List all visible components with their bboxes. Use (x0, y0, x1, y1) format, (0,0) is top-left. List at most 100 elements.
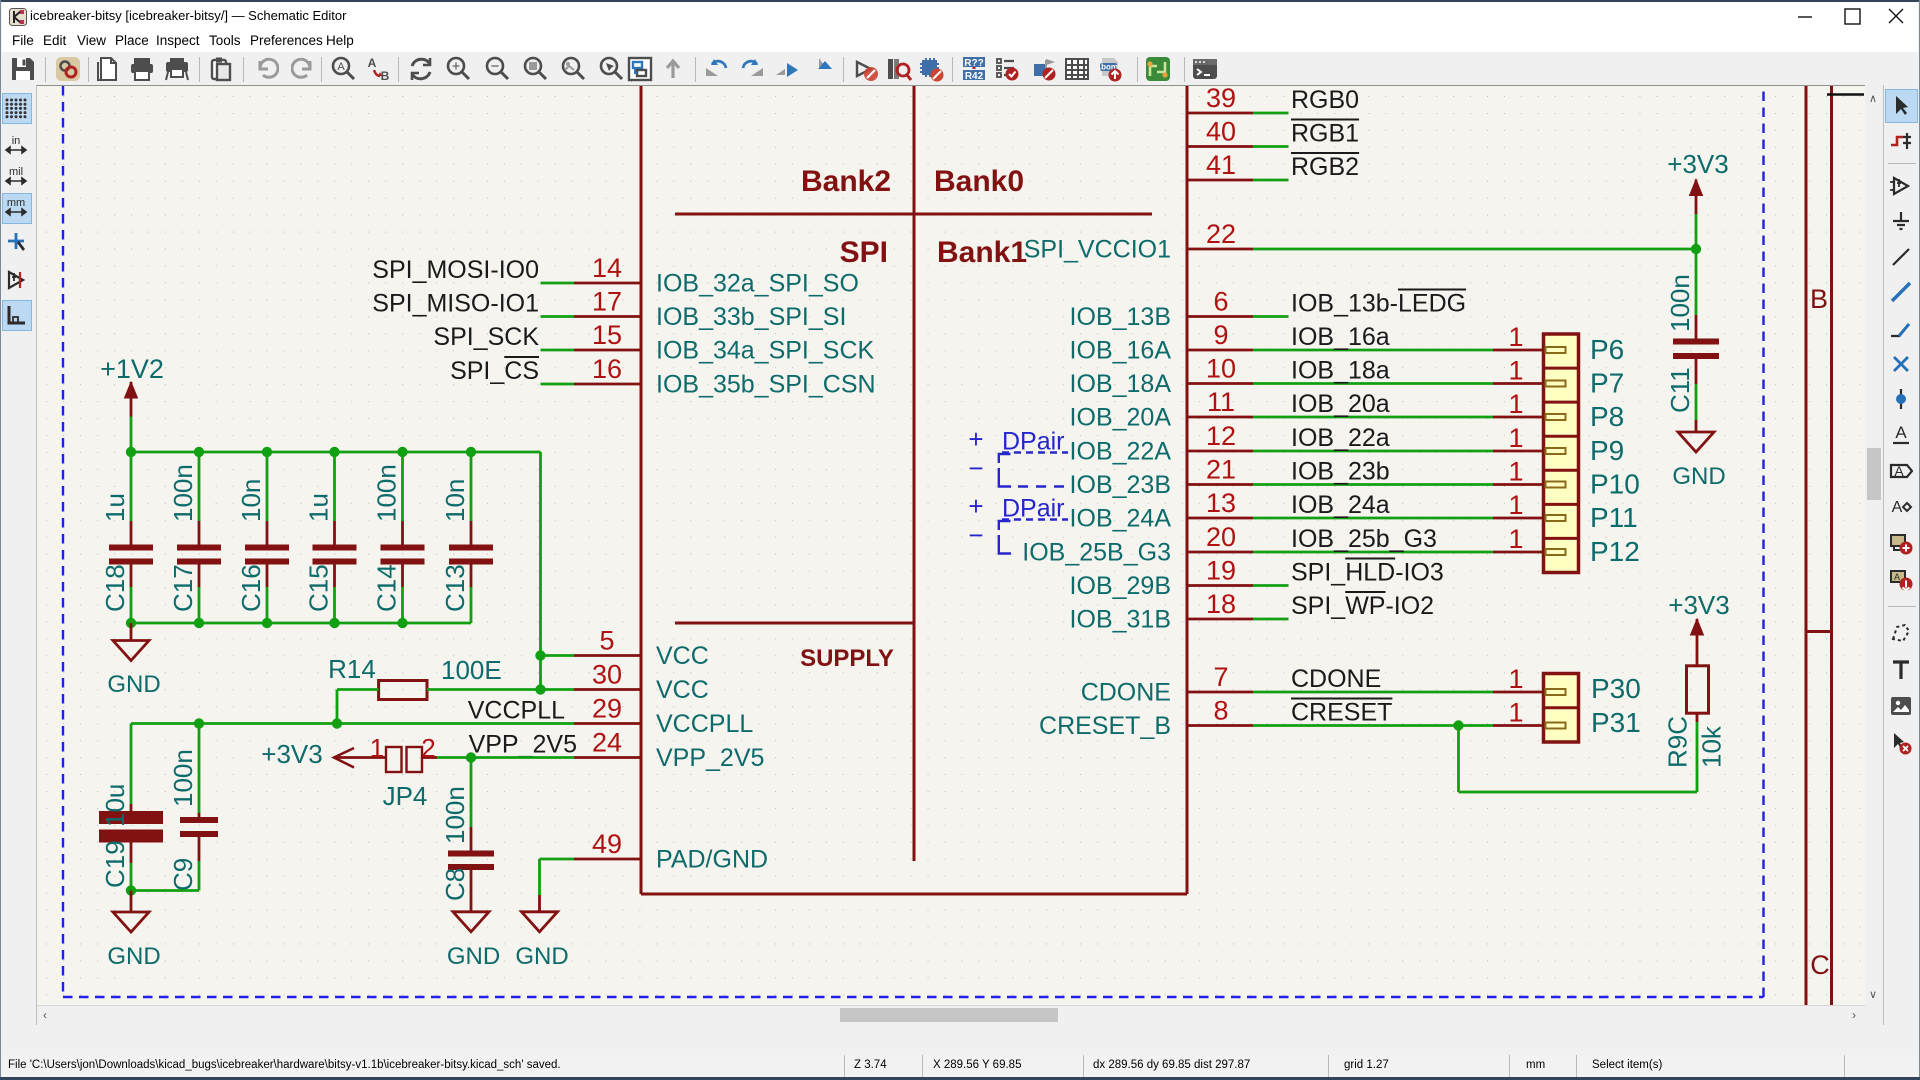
svg-text:P11: P11 (1590, 502, 1638, 533)
svg-text:100n: 100n (168, 749, 198, 807)
svg-text:A: A (1894, 572, 1900, 582)
svg-text:17: 17 (592, 287, 622, 317)
svg-text:SPI: SPI (840, 236, 888, 269)
svg-text:PAD/GND: PAD/GND (656, 846, 768, 874)
svg-text:RGB2: RGB2 (1291, 153, 1359, 181)
svg-text:11: 11 (1207, 387, 1235, 417)
svg-text:10k: 10k (1697, 725, 1727, 768)
svg-text:C14: C14 (372, 564, 402, 612)
svg-text:1: 1 (1508, 524, 1523, 554)
svg-text:C16: C16 (236, 564, 266, 612)
svg-text:+: + (968, 424, 983, 454)
svg-text:SPI_MISO-IO1: SPI_MISO-IO1 (372, 290, 539, 318)
svg-text:10: 10 (1206, 354, 1236, 384)
svg-text:10n: 10n (236, 479, 266, 522)
svg-text:9: 9 (1213, 320, 1228, 350)
svg-text:mm: mm (7, 197, 25, 209)
svg-text:GND: GND (515, 943, 568, 970)
svg-text:B: B (1810, 284, 1828, 314)
svg-text:P12: P12 (1590, 536, 1640, 567)
svg-text:100n: 100n (1665, 274, 1695, 332)
svg-text:VCCPLL: VCCPLL (656, 710, 753, 738)
svg-text:1u: 1u (304, 493, 334, 522)
svg-text:100n: 100n (372, 464, 402, 522)
svg-text:18: 18 (1206, 589, 1236, 619)
svg-text:P9: P9 (1590, 435, 1624, 466)
svg-text:-IO3: -IO3 (1395, 559, 1444, 587)
svg-text:1: 1 (1508, 490, 1523, 520)
svg-text:VCC: VCC (656, 676, 709, 704)
svg-text:14: 14 (592, 253, 622, 283)
svg-text:39: 39 (1206, 86, 1236, 113)
svg-text:5: 5 (599, 626, 614, 656)
svg-text:C13: C13 (440, 564, 470, 612)
svg-text:Bank1: Bank1 (937, 236, 1027, 269)
svg-text:IOB_22a: IOB_22a (1291, 424, 1390, 452)
svg-text:CRESET_B: CRESET_B (1039, 712, 1171, 740)
svg-text:RGB1: RGB1 (1291, 120, 1359, 148)
svg-text:+: + (452, 58, 461, 75)
svg-text:30: 30 (592, 660, 622, 690)
svg-text:C17: C17 (168, 564, 198, 612)
svg-text:R14: R14 (328, 654, 376, 684)
svg-text:+: + (968, 491, 983, 521)
svg-text:VPP_2V5: VPP_2V5 (469, 731, 577, 759)
svg-text:1: 1 (370, 733, 384, 763)
svg-text:-IO2: -IO2 (1385, 592, 1434, 620)
svg-text:49: 49 (592, 829, 622, 859)
svg-text:SPI_SCK: SPI_SCK (433, 323, 539, 351)
svg-text:VCCPLL: VCCPLL (468, 697, 565, 725)
svg-text:GND: GND (447, 943, 500, 970)
svg-text:+3V3: +3V3 (1667, 149, 1728, 179)
svg-text:10u: 10u (100, 784, 130, 827)
svg-text:B: B (381, 69, 390, 82)
svg-text:RGB0: RGB0 (1291, 86, 1359, 114)
svg-text:IOB_16A: IOB_16A (1070, 337, 1172, 365)
svg-text:1: 1 (1508, 356, 1523, 386)
svg-text:IOB_20a: IOB_20a (1291, 390, 1390, 418)
svg-text:IOB_32a_SPI_SO: IOB_32a_SPI_SO (656, 270, 859, 298)
svg-text:VCC: VCC (656, 642, 709, 670)
svg-text:100E: 100E (441, 655, 502, 685)
svg-text:P30: P30 (1591, 673, 1641, 704)
svg-text:IOB_34a_SPI_SCK: IOB_34a_SPI_SCK (656, 337, 875, 365)
svg-text:12: 12 (1206, 421, 1236, 451)
svg-text:P10: P10 (1590, 469, 1640, 500)
svg-text:IOB_13B: IOB_13B (1070, 303, 1171, 331)
svg-text:IOB_31B: IOB_31B (1070, 606, 1171, 634)
svg-text:IOB_25B_G3: IOB_25B_G3 (1022, 539, 1171, 567)
svg-text:C11: C11 (1665, 367, 1695, 413)
svg-text:C19: C19 (100, 840, 130, 888)
svg-text:15: 15 (592, 320, 622, 350)
svg-text:1: 1 (1508, 457, 1523, 487)
svg-text:+3V3: +3V3 (1668, 590, 1729, 620)
svg-text:C9: C9 (168, 858, 198, 891)
svg-text:P8: P8 (1590, 401, 1624, 432)
svg-text:A: A (1892, 499, 1903, 516)
svg-text:IOB_22A: IOB_22A (1070, 438, 1172, 466)
svg-text:19: 19 (1206, 556, 1236, 586)
svg-text:1: 1 (1508, 322, 1523, 352)
svg-text:41: 41 (1206, 150, 1236, 180)
svg-text:8: 8 (1213, 696, 1228, 726)
svg-text:C: C (1810, 950, 1830, 980)
svg-text:CDONE: CDONE (1291, 665, 1381, 693)
svg-text:IOB_16a: IOB_16a (1291, 323, 1390, 351)
svg-text:SPI_VCCIO1: SPI_VCCIO1 (1024, 236, 1171, 264)
svg-text:A: A (1894, 463, 1904, 479)
svg-text:in: in (12, 135, 21, 147)
svg-text:P7: P7 (1590, 368, 1624, 399)
svg-text:6: 6 (1213, 287, 1228, 317)
svg-text:1: 1 (1508, 664, 1523, 694)
svg-text:CRESET: CRESET (1291, 699, 1392, 727)
svg-text:7: 7 (1213, 662, 1228, 692)
svg-text:100n: 100n (440, 786, 470, 844)
svg-text:GND: GND (1672, 463, 1725, 490)
svg-text:CDONE: CDONE (1081, 679, 1171, 707)
svg-text:1: 1 (1508, 423, 1523, 453)
svg-text:SUPPLY: SUPPLY (800, 645, 894, 672)
svg-text:IOB_35b_SPI_CSN: IOB_35b_SPI_CSN (656, 371, 876, 399)
svg-text:16: 16 (592, 354, 622, 384)
svg-text:A: A (1895, 423, 1907, 442)
svg-text:IOB_24A: IOB_24A (1070, 505, 1172, 533)
